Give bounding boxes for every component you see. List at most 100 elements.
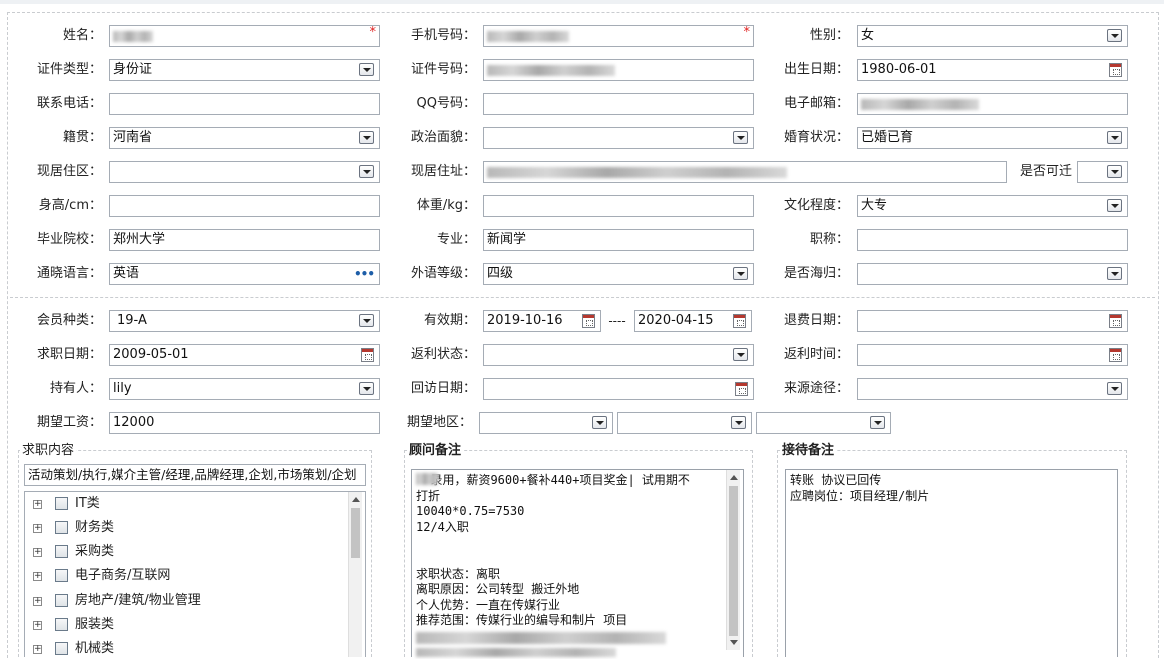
native-place-select[interactable]: 河南省 <box>109 127 380 149</box>
revisit-date-field[interactable] <box>483 378 754 400</box>
calendar-icon[interactable] <box>1109 314 1122 328</box>
scroll-down-icon[interactable] <box>730 640 738 645</box>
chevron-down-icon[interactable] <box>359 131 374 144</box>
category-checkbox[interactable] <box>55 642 68 655</box>
district-label: 现居住区： <box>36 164 102 179</box>
school-label: 毕业院校： <box>36 232 102 247</box>
scroll-thumb[interactable] <box>729 486 738 636</box>
consultant-note-textarea[interactable]: 录用，薪资9600+餐补440+项目奖金| 试用期不 打折 10040*0.75… <box>411 469 744 657</box>
expand-icon[interactable]: + <box>33 621 42 630</box>
marital-label: 婚育状况： <box>783 130 849 145</box>
category-checkbox[interactable] <box>55 521 68 534</box>
phone-field[interactable]: * <box>483 25 754 47</box>
chevron-down-icon[interactable] <box>359 165 374 178</box>
idtype-select[interactable]: 身份证 <box>109 59 380 81</box>
calendar-icon[interactable] <box>733 314 746 328</box>
required-mark: * <box>369 25 377 40</box>
expand-icon[interactable]: + <box>33 524 42 533</box>
title-field[interactable] <box>857 229 1128 251</box>
rebate-time-field[interactable] <box>857 344 1128 366</box>
category-checkbox[interactable] <box>55 618 68 631</box>
chevron-down-icon[interactable] <box>359 63 374 76</box>
chevron-down-icon[interactable] <box>733 267 748 280</box>
expand-icon[interactable]: + <box>33 548 42 557</box>
chevron-down-icon[interactable] <box>592 416 607 429</box>
calendar-icon[interactable] <box>582 314 595 328</box>
chevron-down-icon[interactable] <box>359 314 374 327</box>
salary-field[interactable]: 12000 <box>109 412 380 434</box>
chevron-down-icon[interactable] <box>1107 382 1122 395</box>
address-field[interactable] <box>483 161 1007 183</box>
birth-date-field[interactable]: 1980-06-01 <box>857 59 1128 81</box>
weight-field[interactable] <box>483 195 754 217</box>
redacted-idno <box>487 65 615 76</box>
scroll-up-icon[interactable] <box>730 475 738 480</box>
area-city-select[interactable] <box>617 412 752 434</box>
chevron-down-icon[interactable] <box>1107 165 1122 178</box>
note-scrollbar[interactable] <box>726 470 740 650</box>
category-checkbox[interactable] <box>55 497 68 510</box>
email-field[interactable] <box>857 93 1128 115</box>
idno-field[interactable] <box>483 59 754 81</box>
chevron-down-icon[interactable] <box>733 348 748 361</box>
chevron-down-icon[interactable] <box>1107 29 1122 42</box>
scroll-up-icon[interactable] <box>352 497 360 502</box>
job-content-title: 求职内容 <box>20 443 77 459</box>
area-district-select[interactable] <box>756 412 891 434</box>
expand-icon[interactable]: + <box>33 500 42 509</box>
major-value: 新闻学 <box>487 232 527 247</box>
political-select[interactable] <box>483 127 754 149</box>
tree-scrollbar[interactable] <box>348 492 362 657</box>
langlevel-value: 四级 <box>487 266 514 281</box>
gender-select[interactable]: 女 <box>857 25 1128 47</box>
area-province-select[interactable] <box>479 412 613 434</box>
height-field[interactable] <box>109 195 380 217</box>
category-checkbox[interactable] <box>55 594 68 607</box>
language-field[interactable]: 英语 ••• <box>109 263 380 285</box>
category-checkbox[interactable] <box>55 569 68 582</box>
holder-select[interactable]: lily <box>109 378 380 400</box>
chevron-down-icon[interactable] <box>733 131 748 144</box>
valid-to-field[interactable]: 2020-04-15 <box>634 310 752 332</box>
expand-icon[interactable]: + <box>33 645 42 654</box>
source-select[interactable] <box>857 378 1128 400</box>
more-icon[interactable]: ••• <box>354 268 375 280</box>
chevron-down-icon[interactable] <box>731 416 746 429</box>
chevron-down-icon[interactable] <box>1107 131 1122 144</box>
calendar-icon[interactable] <box>735 382 748 396</box>
job-content-selected-field[interactable]: 活动策划/执行,媒介主管/经理,品牌经理,企划,市场策划/企划 <box>24 464 366 486</box>
major-field[interactable]: 新闻学 <box>483 229 754 251</box>
chevron-down-icon[interactable] <box>359 382 374 395</box>
rebate-status-select[interactable] <box>483 344 754 366</box>
relocate-select[interactable] <box>1077 161 1128 183</box>
district-select[interactable] <box>109 161 380 183</box>
education-select[interactable]: 大专 <box>857 195 1128 217</box>
reception-note-textarea[interactable]: 转账 协议已回传 应聘岗位：项目经理/制片 <box>785 469 1118 657</box>
tree-item-label: 机械类 <box>75 641 115 656</box>
chevron-down-icon[interactable] <box>1107 267 1122 280</box>
calendar-icon[interactable] <box>1109 348 1122 362</box>
chevron-down-icon[interactable] <box>870 416 885 429</box>
overseas-select[interactable] <box>857 263 1128 285</box>
marital-select[interactable]: 已婚已育 <box>857 127 1128 149</box>
chevron-down-icon[interactable] <box>1107 199 1122 212</box>
name-field[interactable]: * <box>109 25 380 47</box>
school-field[interactable]: 郑州大学 <box>109 229 380 251</box>
qq-field[interactable] <box>483 93 754 115</box>
expand-icon[interactable]: + <box>33 597 42 606</box>
expand-icon[interactable]: + <box>33 572 42 581</box>
contact-phone-field[interactable] <box>109 93 380 115</box>
major-label: 专业： <box>436 232 476 247</box>
relocate-label: 是否可迁 <box>1019 164 1072 179</box>
category-checkbox[interactable] <box>55 545 68 558</box>
member-type-select[interactable]: 19-A <box>109 310 380 332</box>
valid-from-field[interactable]: 2019-10-16 <box>483 310 601 332</box>
langlevel-select[interactable]: 四级 <box>483 263 754 285</box>
address-label: 现居住址： <box>410 164 476 179</box>
calendar-icon[interactable] <box>361 348 374 362</box>
refund-date-field[interactable] <box>857 310 1128 332</box>
scroll-thumb[interactable] <box>351 508 360 558</box>
language-value: 英语 <box>113 266 140 281</box>
job-date-field[interactable]: 2009-05-01 <box>109 344 380 366</box>
calendar-icon[interactable] <box>1109 63 1122 77</box>
